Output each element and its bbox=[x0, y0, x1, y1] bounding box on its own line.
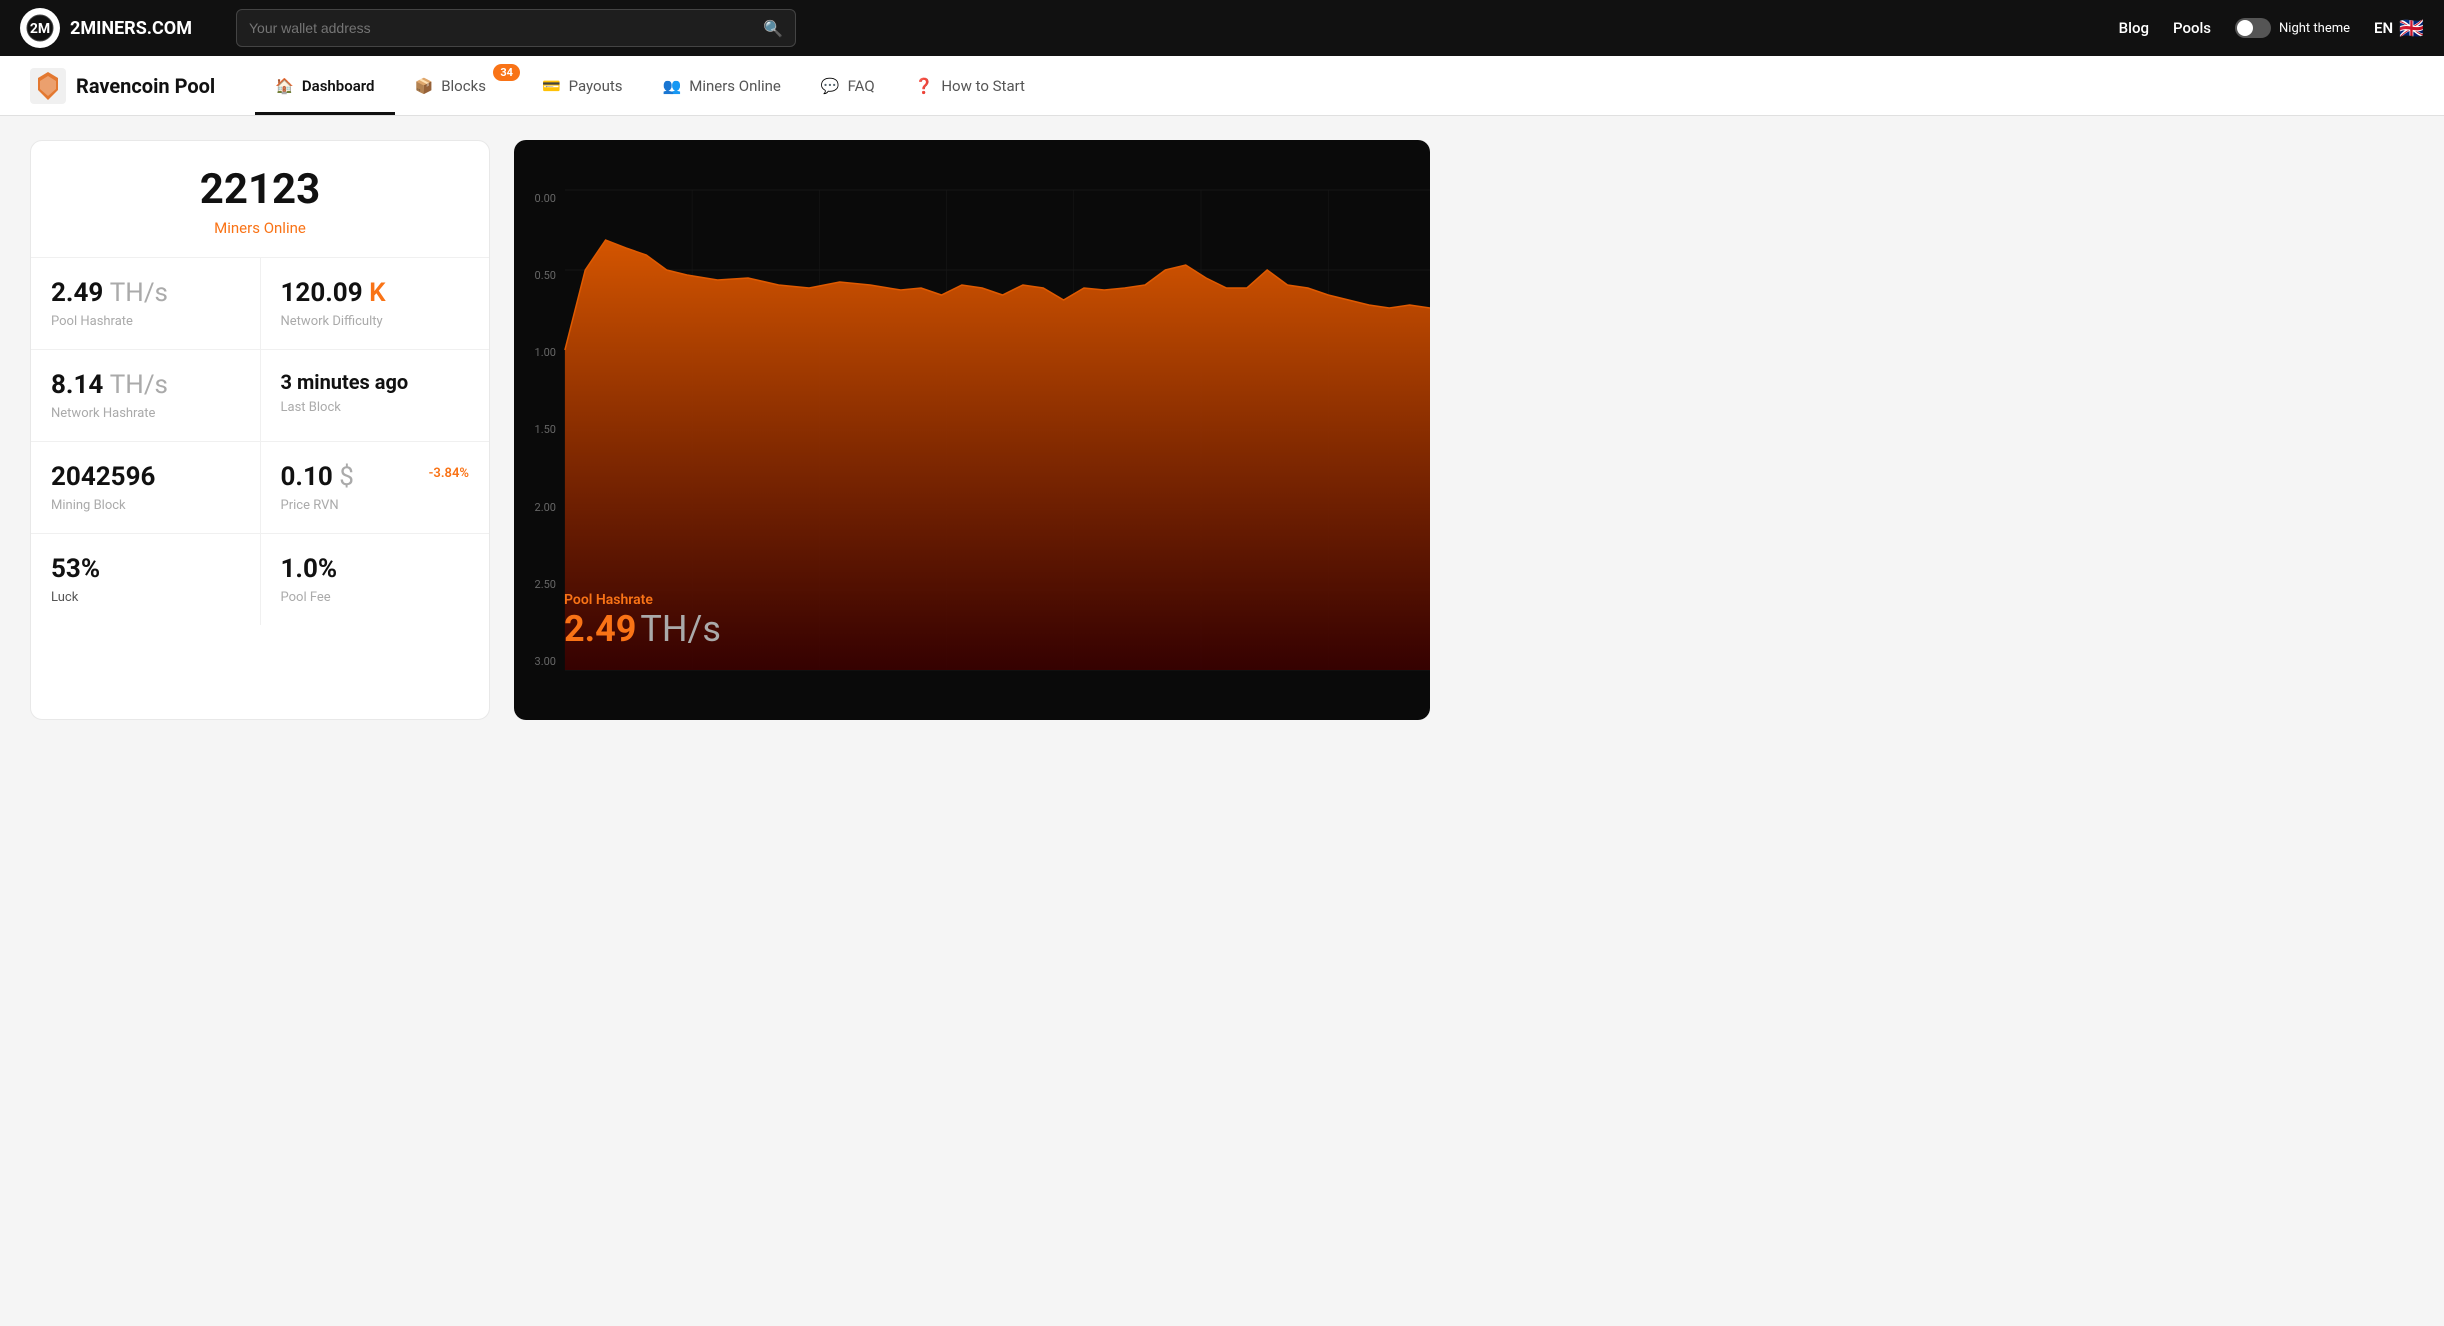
mining-block-cell: 2042596 Mining Block bbox=[31, 442, 261, 533]
dashboard-icon: 🏠 bbox=[275, 77, 294, 95]
network-difficulty-value: 120.09 K bbox=[281, 278, 470, 308]
pool-hashrate-cell: 2.49 TH/s Pool Hashrate bbox=[31, 258, 261, 349]
topnav: 2M 2MINERS.COM 🔍 Blog Pools Night theme … bbox=[0, 0, 2444, 56]
search-icon[interactable]: 🔍 bbox=[763, 19, 783, 38]
price-label: Price RVN bbox=[281, 498, 354, 513]
stat-row-4: 53% Luck 1.0% Pool Fee bbox=[31, 534, 489, 625]
mining-block-label: Mining Block bbox=[51, 498, 240, 513]
main-content: 22123 Miners Online 2.49 TH/s Pool Hashr… bbox=[0, 116, 1460, 744]
wallet-search-bar[interactable]: 🔍 bbox=[236, 9, 796, 47]
ravencoin-logo-icon bbox=[30, 68, 66, 104]
network-difficulty-cell: 120.09 K Network Difficulty bbox=[261, 258, 490, 349]
brand-name: 2MINERS.COM bbox=[70, 18, 192, 39]
faq-icon: 💬 bbox=[821, 77, 840, 95]
lang-selector[interactable]: EN 🇬🇧 bbox=[2374, 16, 2424, 40]
flag-icon: 🇬🇧 bbox=[2399, 16, 2424, 40]
last-block-label: Last Block bbox=[281, 400, 470, 415]
pool-fee-value: 1.0% bbox=[281, 554, 470, 584]
stat-row-3: 2042596 Mining Block 0.10 $ Price bbox=[31, 442, 489, 534]
network-hashrate-label: Network Hashrate bbox=[51, 406, 240, 421]
topnav-right: Blog Pools Night theme EN 🇬🇧 bbox=[2119, 16, 2424, 40]
mining-block-value: 2042596 bbox=[51, 462, 240, 492]
luck-value: 53% bbox=[51, 554, 240, 584]
night-theme-toggle[interactable]: Night theme bbox=[2235, 18, 2350, 38]
tab-faq[interactable]: 💬 FAQ bbox=[801, 56, 895, 115]
tab-miners-online[interactable]: 👥 Miners Online bbox=[643, 56, 801, 115]
luck-label: Luck bbox=[51, 590, 240, 605]
miners-online-icon: 👥 bbox=[663, 77, 682, 95]
price-cell: 0.10 $ Price RVN -3.84% bbox=[261, 442, 490, 533]
lang-label: EN bbox=[2374, 19, 2393, 37]
tab-dashboard[interactable]: 🏠 Dashboard bbox=[255, 56, 394, 115]
blocks-icon: 📦 bbox=[415, 77, 434, 95]
blocks-badge: 34 bbox=[493, 64, 520, 81]
tab-payouts[interactable]: 💳 Payouts bbox=[522, 56, 643, 115]
miners-count-value: 22123 bbox=[51, 169, 469, 211]
pool-title: Ravencoin Pool bbox=[76, 74, 215, 98]
pool-hashrate-value: 2.49 TH/s bbox=[51, 278, 240, 308]
chart-overlay: Pool Hashrate 2.49 TH/s bbox=[564, 592, 721, 650]
last-block-value: 3 minutes ago bbox=[281, 370, 470, 394]
last-block-cell: 3 minutes ago Last Block bbox=[261, 350, 490, 441]
network-difficulty-label: Network Difficulty bbox=[281, 314, 470, 329]
pool-hashrate-label: Pool Hashrate bbox=[51, 314, 240, 329]
payouts-icon: 💳 bbox=[542, 77, 561, 95]
chart-panel: 3.00 2.50 2.00 1.50 1.00 0.50 0.00 bbox=[514, 140, 1430, 720]
chart-overlay-label-text: Pool Hashrate bbox=[564, 592, 721, 608]
brand-icon: 2M bbox=[20, 8, 60, 48]
network-hashrate-value: 8.14 TH/s bbox=[51, 370, 240, 400]
subnav: Ravencoin Pool 🏠 Dashboard 📦 Blocks 34 💳… bbox=[0, 56, 2444, 116]
stats-panel: 22123 Miners Online 2.49 TH/s Pool Hashr… bbox=[30, 140, 490, 720]
pool-fee-cell: 1.0% Pool Fee bbox=[261, 534, 490, 625]
pools-link[interactable]: Pools bbox=[2173, 19, 2211, 37]
network-hashrate-cell: 8.14 TH/s Network Hashrate bbox=[31, 350, 261, 441]
svg-text:2M: 2M bbox=[30, 21, 50, 37]
tab-blocks[interactable]: 📦 Blocks 34 bbox=[395, 56, 522, 115]
price-change: -3.84% bbox=[429, 466, 469, 481]
miners-count-section: 22123 Miners Online bbox=[31, 141, 489, 258]
miners-count-label: Miners Online bbox=[51, 219, 469, 237]
tab-how-to-start[interactable]: ❓ How to Start bbox=[895, 56, 1045, 115]
blog-link[interactable]: Blog bbox=[2119, 19, 2149, 37]
night-theme-label: Night theme bbox=[2279, 21, 2350, 36]
chart-overlay-value: 2.49 TH/s bbox=[564, 608, 721, 650]
theme-switch[interactable] bbox=[2235, 18, 2271, 38]
price-value: 0.10 $ bbox=[281, 462, 354, 492]
how-to-start-icon: ❓ bbox=[915, 77, 934, 95]
stat-row-1: 2.49 TH/s Pool Hashrate 120.09 K Network… bbox=[31, 258, 489, 350]
subnav-brand: Ravencoin Pool bbox=[30, 68, 215, 104]
luck-cell: 53% Luck bbox=[31, 534, 261, 625]
pool-fee-label: Pool Fee bbox=[281, 590, 470, 605]
search-input[interactable] bbox=[249, 20, 763, 36]
brand: 2M 2MINERS.COM bbox=[20, 8, 220, 48]
stat-row-2: 8.14 TH/s Network Hashrate 3 minutes ago… bbox=[31, 350, 489, 442]
